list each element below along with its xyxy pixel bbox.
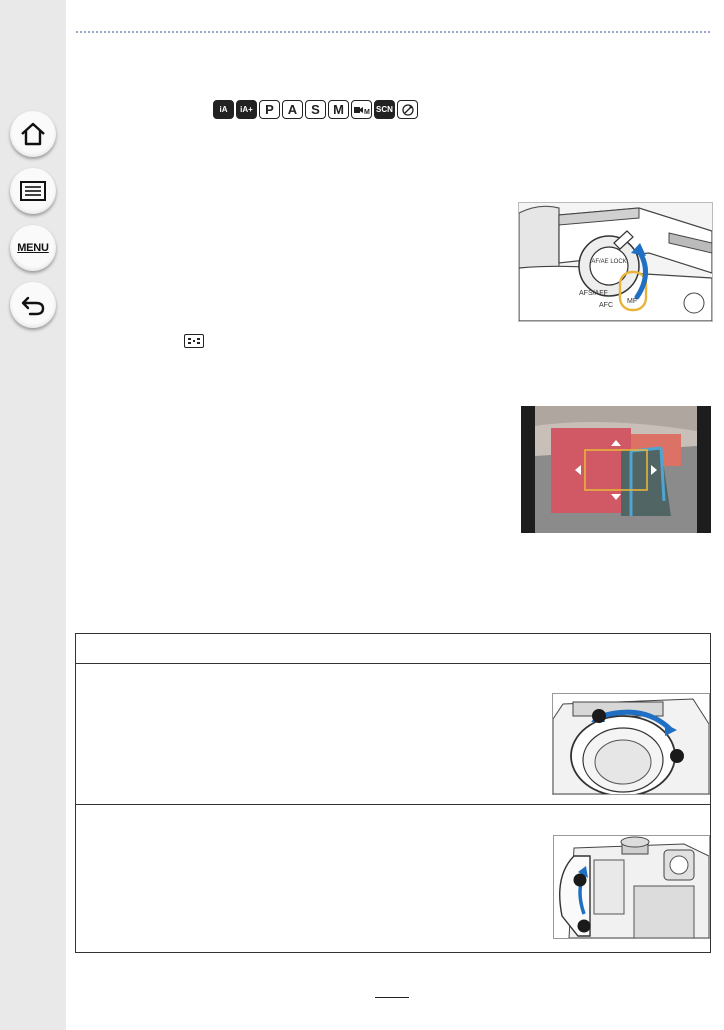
contents-button[interactable] xyxy=(10,168,56,214)
info-table xyxy=(75,633,711,953)
home-button[interactable] xyxy=(10,111,56,157)
mode-a-icon: A xyxy=(282,100,303,119)
mode-s-icon: S xyxy=(305,100,326,119)
table-row-divider xyxy=(76,804,710,805)
af-area-screen-figure xyxy=(521,406,711,533)
back-arrow-icon xyxy=(21,296,45,316)
af-area-icon xyxy=(184,334,204,348)
focus-mode-lever-figure: AF/AE LOCK AFS/AFF AFC MF xyxy=(518,202,713,322)
svg-text:AF/AE LOCK: AF/AE LOCK xyxy=(591,259,626,265)
mode-creative-control-icon xyxy=(397,100,418,119)
menu-button[interactable]: MENU xyxy=(10,225,56,271)
back-button[interactable] xyxy=(10,282,56,328)
table-header-divider xyxy=(76,663,710,664)
recording-mode-icons: iA iA+ P A S M M SCN xyxy=(213,100,418,119)
contents-list-icon xyxy=(20,181,46,201)
mode-ia-icon: iA xyxy=(213,100,234,119)
lens-focus-ring-figure xyxy=(552,693,710,795)
svg-text:MF: MF xyxy=(627,298,637,305)
sidebar: MENU xyxy=(0,0,66,1030)
mode-ia-plus-icon: iA+ xyxy=(236,100,257,119)
menu-icon: MENU xyxy=(17,242,49,254)
mode-scn-icon: SCN xyxy=(374,100,395,119)
page-number xyxy=(375,997,409,998)
home-icon xyxy=(21,122,45,146)
header-rule xyxy=(76,31,710,33)
svg-text:AFC: AFC xyxy=(599,302,613,309)
mode-p-icon: P xyxy=(259,100,280,119)
svg-text:AFS/AFF: AFS/AFF xyxy=(579,290,608,297)
mode-creative-video-icon: M xyxy=(351,100,372,119)
camera-side-figure xyxy=(553,835,710,939)
svg-text:M: M xyxy=(364,109,370,116)
mode-m-icon: M xyxy=(328,100,349,119)
